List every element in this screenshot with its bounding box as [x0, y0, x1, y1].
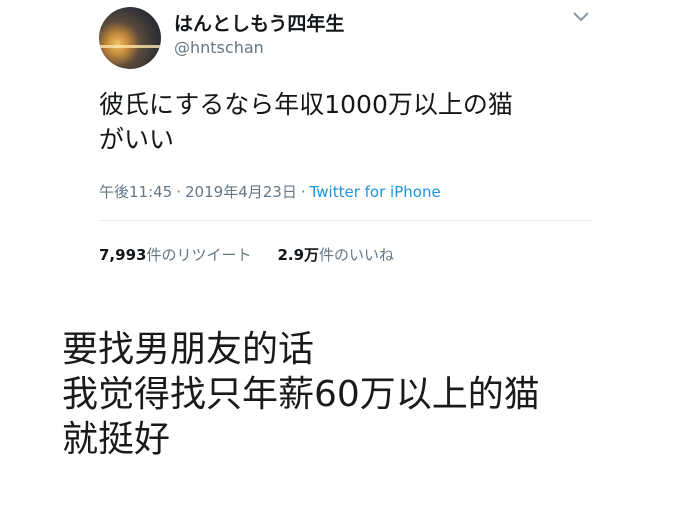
tweet-text-line: 彼氏にするなら年収1000万以上の猫: [99, 90, 513, 119]
display-name[interactable]: はんとしもう四年生: [174, 9, 344, 36]
tweet-stats: 7,993件のリツイート 2.9万件のいいね: [99, 244, 420, 265]
tweet-text-line: がいい: [99, 125, 175, 154]
meta-separator: ·: [176, 183, 182, 201]
caption-line: 我觉得找只年薪60万以上的猫: [62, 374, 540, 415]
tweet-source-link[interactable]: Twitter for iPhone: [310, 183, 441, 201]
like-count[interactable]: 2.9万件のいいね: [277, 244, 394, 265]
like-label: 件のいいね: [319, 246, 395, 264]
caption-line: 就挺好: [62, 419, 171, 460]
tweet-meta: 午後11:45 · 2019年4月23日 · Twitter for iPhone: [99, 181, 441, 202]
tweet-text: 彼氏にするなら年収1000万以上の猫 がいい: [99, 87, 599, 157]
avatar[interactable]: [99, 7, 161, 69]
retweet-label: 件のリツイート: [146, 246, 252, 264]
retweet-count[interactable]: 7,993件のリツイート: [99, 244, 251, 265]
caption: 要找男朋友的话 我觉得找只年薪60万以上的猫 就挺好: [62, 327, 540, 462]
caption-line: 要找男朋友的话: [62, 329, 315, 370]
tweet-time[interactable]: 午後11:45: [99, 183, 172, 201]
like-number: 2.9万: [277, 246, 320, 264]
tweet-card: はんとしもう四年生 @hntschan 彼氏にするなら年収1000万以上の猫 が…: [0, 0, 690, 290]
meta-separator: ·: [300, 183, 306, 201]
user-handle[interactable]: @hntschan: [174, 38, 264, 57]
divider: [99, 220, 591, 221]
chevron-down-icon[interactable]: [572, 10, 590, 24]
retweet-number: 7,993: [99, 246, 147, 264]
tweet-date[interactable]: 2019年4月23日: [185, 183, 297, 201]
